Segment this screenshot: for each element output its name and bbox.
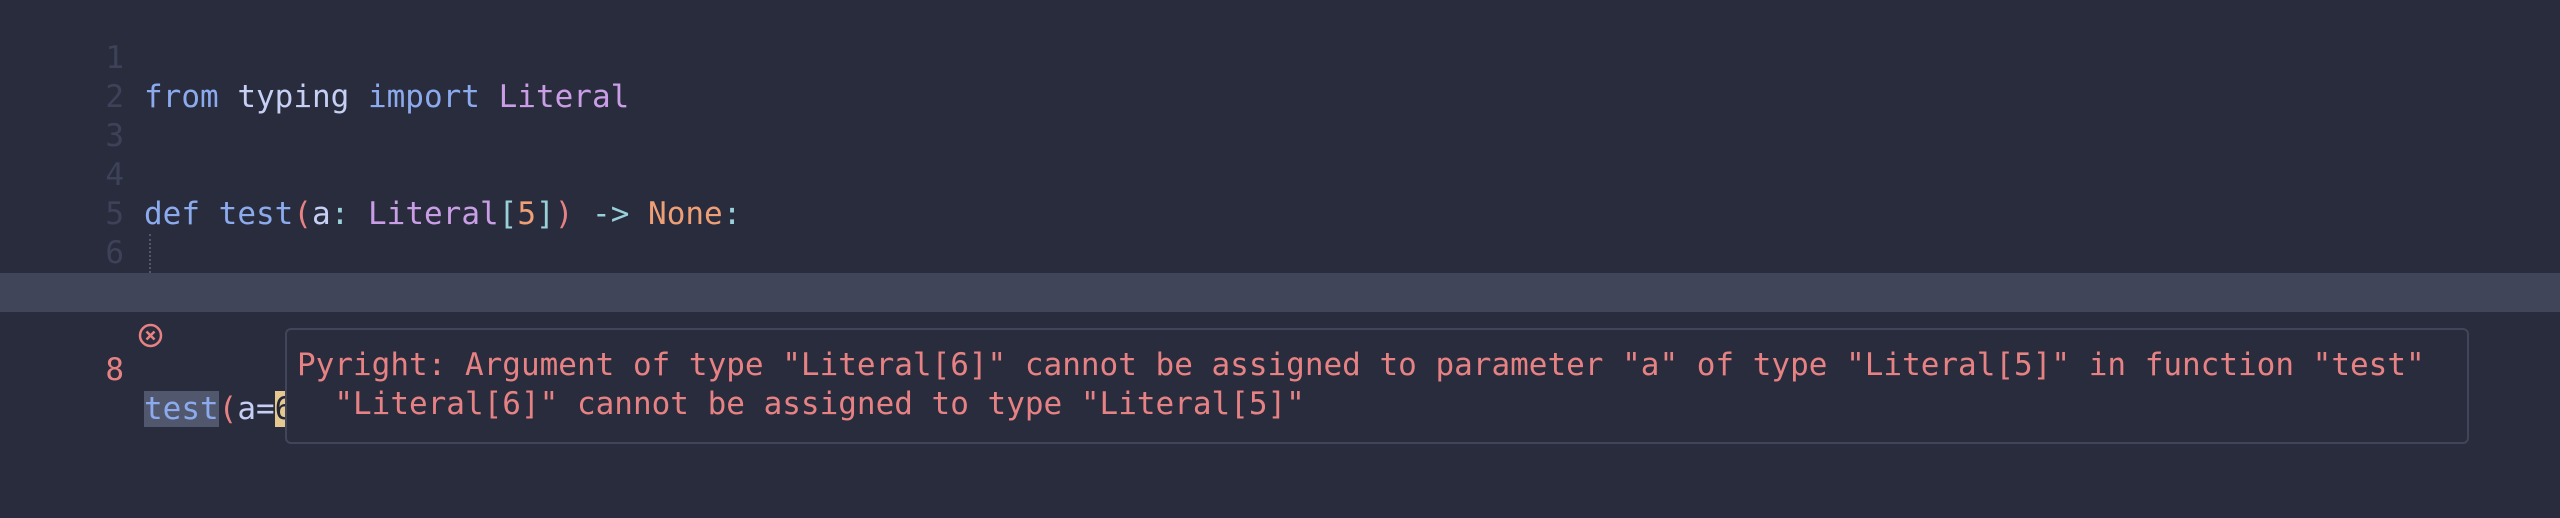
diagnostic-message: Pyright: Argument of type "Literal[6]" c…	[297, 347, 2425, 383]
diagnostic-popup: Pyright: Argument of type "Literal[6]" c…	[285, 328, 2469, 444]
code-line[interactable]: 5 print(a)	[0, 156, 2560, 310]
diagnostic-detail: "Literal[6]" cannot be assigned to type …	[297, 386, 1305, 422]
code-line[interactable]: 1 from typing import Literal	[0, 0, 2560, 115]
code-line[interactable]: 3	[0, 78, 2560, 154]
code-line[interactable]: 4 def test(a: Literal[5]) -> None:	[0, 117, 2560, 232]
code-editor[interactable]: 1 from typing import Literal 2 3 4 def t…	[0, 0, 2560, 518]
error-icon[interactable]	[26, 280, 163, 348]
code-line-current[interactable]: 8 test(a=6)	[0, 273, 2560, 427]
code-line[interactable]: 6	[0, 195, 2560, 271]
code-line[interactable]: 2	[0, 39, 2560, 115]
line-number: 8	[105, 352, 124, 388]
code-line[interactable]: 7	[0, 234, 2560, 310]
